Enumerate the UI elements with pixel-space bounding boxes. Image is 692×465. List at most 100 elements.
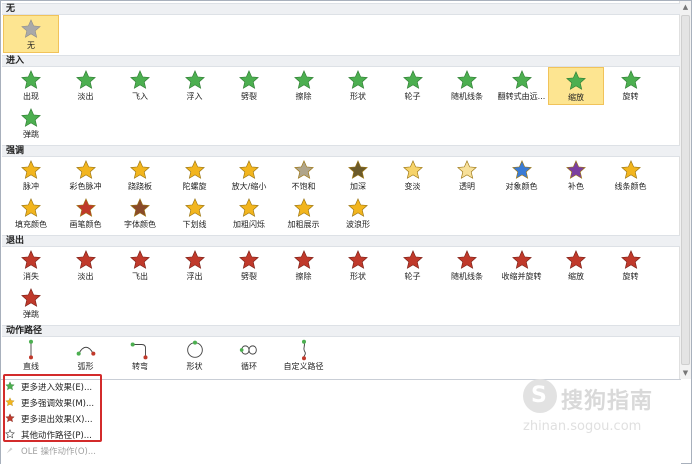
exit-effect-bounce[interactable]: 弹跳 xyxy=(3,285,59,323)
yellow-star-icon xyxy=(129,197,151,219)
exit-effect-disappear[interactable]: 消失 xyxy=(3,247,59,285)
green-star-icon xyxy=(620,69,642,91)
scrollbar-thumb[interactable] xyxy=(681,15,690,365)
emphasis-effect-complementary-color[interactable]: 补色 xyxy=(548,157,604,195)
entrance-effect-label: 旋转 xyxy=(622,92,639,101)
yellow-star-icon xyxy=(293,197,315,219)
yellow-star-icon xyxy=(293,159,315,181)
exit-effect-shape[interactable]: 形状 xyxy=(330,247,386,285)
green-star-icon xyxy=(293,69,315,91)
emphasis-effect-darken[interactable]: 加深 xyxy=(330,157,386,195)
entrance-effect-swivel[interactable]: 旋转 xyxy=(603,67,659,105)
yellow-star-icon xyxy=(511,159,533,181)
exit-effect-split[interactable]: 劈裂 xyxy=(221,247,277,285)
green-star-icon xyxy=(347,69,369,91)
emphasis-effect-grow-shrink[interactable]: 放大/缩小 xyxy=(221,157,277,195)
motion-path-icon xyxy=(129,339,151,361)
entrance-effect-wipe[interactable]: 擦除 xyxy=(276,67,332,105)
entrance-effect-label: 翻转式由远... xyxy=(497,92,546,101)
exit-effect-swivel[interactable]: 旋转 xyxy=(603,247,659,285)
emphasis-effect-object-color[interactable]: 对象颜色 xyxy=(494,157,550,195)
paths-effect-loops[interactable]: 循环 xyxy=(221,337,277,375)
red-star-icon xyxy=(129,249,151,271)
emphasis-effect-bold-flash[interactable]: 加粗闪烁 xyxy=(221,195,277,233)
green-star-icon xyxy=(402,69,424,91)
scroll-up-icon[interactable]: ▲ xyxy=(680,1,691,13)
green-star-icon xyxy=(565,70,587,92)
yellow-star-icon xyxy=(129,159,151,181)
paths-effect-turns[interactable]: 转弯 xyxy=(112,337,168,375)
emphasis-effect-teeter[interactable]: 跷跷板 xyxy=(112,157,168,195)
emphasis-effect-fill-color[interactable]: 填充颜色 xyxy=(3,195,59,233)
exit-effect-wipe[interactable]: 擦除 xyxy=(276,247,332,285)
exit-effect-fade[interactable]: 淡出 xyxy=(58,247,114,285)
scroll-down-icon[interactable]: ▼ xyxy=(680,367,691,379)
yellow-star-icon xyxy=(75,159,97,181)
motion-path-icon xyxy=(75,339,97,361)
entrance-effect-zoom[interactable]: 缩放 xyxy=(548,67,604,105)
exit-effect-random-bars[interactable]: 随机线条 xyxy=(439,247,495,285)
yellow-star-icon xyxy=(20,159,42,181)
entrance-effect-shape[interactable]: 形状 xyxy=(330,67,386,105)
exit-effect-fly-out[interactable]: 飞出 xyxy=(112,247,168,285)
paths-effect-lines[interactable]: 直线 xyxy=(3,337,59,375)
emphasis-effect-desaturate[interactable]: 不饱和 xyxy=(276,157,332,195)
red-star-icon xyxy=(511,249,533,271)
red-star-icon xyxy=(402,249,424,271)
emphasis-effect-transparency[interactable]: 透明 xyxy=(439,157,495,195)
ole-action-icon xyxy=(5,445,15,455)
watermark: S 搜狗指南 zhinan.sogou.com xyxy=(523,379,673,439)
entrance-effect-appear[interactable]: 出现 xyxy=(3,67,59,105)
section-header-exit: 退出 xyxy=(2,235,680,247)
section-header-emphasis: 强调 xyxy=(2,145,680,157)
emphasis-effect-color-pulse[interactable]: 彩色脉冲 xyxy=(58,157,114,195)
motion-path-icon xyxy=(20,339,42,361)
yellow-star-icon xyxy=(620,159,642,181)
paths-effect-custom-path[interactable]: 自定义路径 xyxy=(276,337,332,375)
paths-effect-shapes[interactable]: 形状 xyxy=(167,337,223,375)
yellow-star-icon xyxy=(402,159,424,181)
paths-effect-arcs[interactable]: 弧形 xyxy=(58,337,114,375)
exit-effect-zoom[interactable]: 缩放 xyxy=(548,247,604,285)
emphasis-effect-bold-reveal[interactable]: 加粗展示 xyxy=(276,195,332,233)
emphasis-effect-lighten[interactable]: 变淡 xyxy=(385,157,441,195)
entrance-effect-split[interactable]: 劈裂 xyxy=(221,67,277,105)
exit-effect-wheel[interactable]: 轮子 xyxy=(385,247,441,285)
yellow-star-icon xyxy=(238,197,260,219)
yellow-star-icon xyxy=(238,159,260,181)
exit-effect-shrink-turn[interactable]: 收缩并旋转 xyxy=(494,247,550,285)
emphasis-effect-wave[interactable]: 波浪形 xyxy=(330,195,386,233)
motion-path-icon xyxy=(293,339,315,361)
green-star-icon xyxy=(129,69,151,91)
entrance-effect-bounce[interactable]: 弹跳 xyxy=(3,105,59,143)
animation-gallery: ▲ ▼ 无 无 进入 出现 淡出 飞入 浮入 劈裂 擦除 形状 轮子 随机线条 翻转式由远... 缩… xyxy=(0,0,692,465)
yellow-star-icon xyxy=(347,159,369,181)
entrance-effect-flip[interactable]: 翻转式由远... xyxy=(494,67,550,105)
green-star-icon xyxy=(20,107,42,129)
scrollbar[interactable]: ▲ ▼ xyxy=(679,1,691,379)
exit-effect-label: 弹跳 xyxy=(23,310,39,319)
exit-effect-label: 旋转 xyxy=(622,272,639,281)
emphasis-effect-font-color[interactable]: 字体颜色 xyxy=(112,195,168,233)
entrance-effect-float-in[interactable]: 浮入 xyxy=(167,67,223,105)
motion-path-icon xyxy=(238,339,260,361)
entrance-effect-random-bars[interactable]: 随机线条 xyxy=(439,67,495,105)
yellow-star-icon xyxy=(184,197,206,219)
emphasis-effect-pulse[interactable]: 脉冲 xyxy=(3,157,59,195)
paths-effect-label: 自定义路径 xyxy=(283,362,324,371)
yellow-star-icon xyxy=(565,159,587,181)
exit-effect-float-out[interactable]: 浮出 xyxy=(167,247,223,285)
section-header-paths: 动作路径 xyxy=(2,325,680,337)
red-star-icon xyxy=(20,287,42,309)
entrance-effect-fly-in[interactable]: 飞入 xyxy=(112,67,168,105)
red-star-icon xyxy=(620,249,642,271)
effect-none[interactable]: 无 xyxy=(3,15,59,53)
entrance-effect-label: 弹跳 xyxy=(23,130,39,139)
entrance-effect-fade[interactable]: 淡出 xyxy=(58,67,114,105)
emphasis-effect-brush-color[interactable]: 画笔颜色 xyxy=(58,195,114,233)
emphasis-effect-line-color[interactable]: 线条颜色 xyxy=(603,157,659,195)
emphasis-effect-underline[interactable]: 下划线 xyxy=(167,195,223,233)
entrance-effect-wheel[interactable]: 轮子 xyxy=(385,67,441,105)
emphasis-effect-spin[interactable]: 陀螺旋 xyxy=(167,157,223,195)
green-star-icon xyxy=(184,69,206,91)
